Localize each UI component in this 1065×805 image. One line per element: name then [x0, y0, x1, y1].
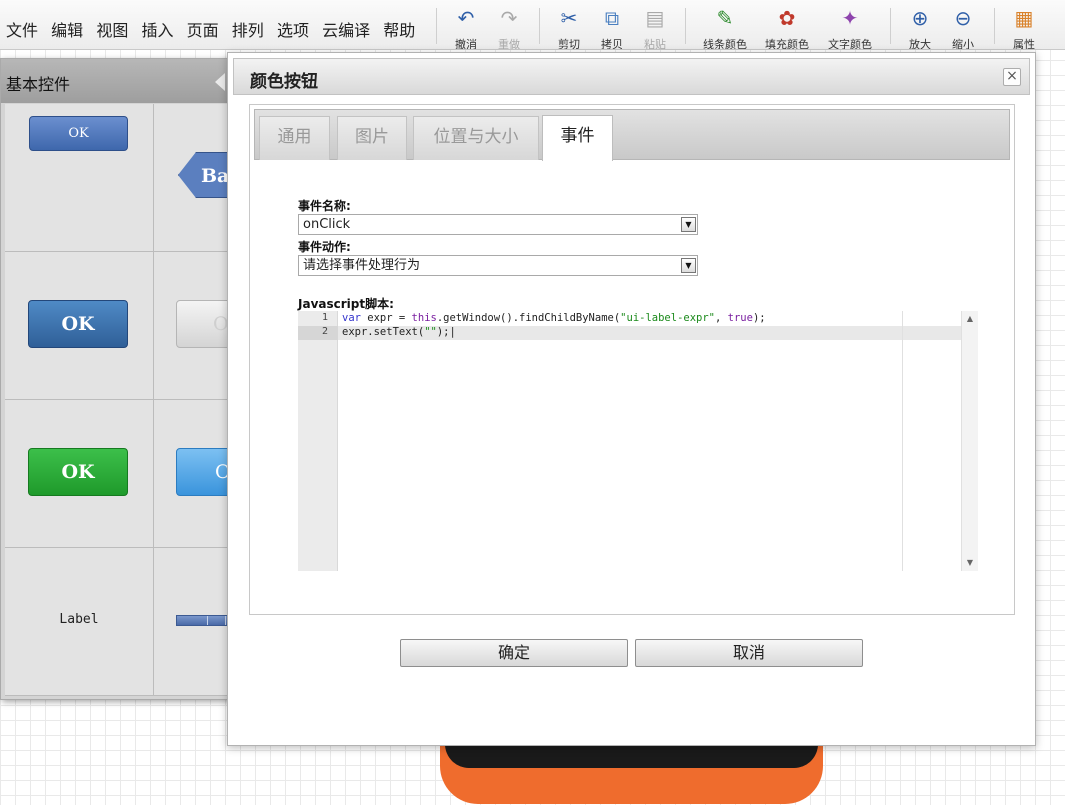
event-name-label: 事件名称: — [298, 199, 351, 213]
close-icon[interactable]: × — [1003, 68, 1021, 86]
zoom-out-icon: ⊖ — [954, 6, 972, 30]
menu-file[interactable]: 文件 — [6, 17, 38, 41]
canvas-shape-dark[interactable] — [445, 744, 818, 768]
color-button-dialog: 颜色按钮 × 通用 图片 位置与大小 事件 事件名称: onClick ▼ 事件… — [227, 52, 1036, 746]
scroll-up-icon[interactable]: ▲ — [962, 312, 978, 326]
event-action-value: 请选择事件处理行为 — [303, 258, 421, 273]
widget-ok-small-button[interactable]: OK — [29, 116, 128, 151]
menu-insert[interactable]: 插入 — [141, 17, 173, 41]
menu-cloud-compile[interactable]: 云编译 — [322, 17, 370, 41]
code-line[interactable]: expr.setText("");| — [342, 325, 456, 339]
code-line[interactable]: var expr = this.getWindow().findChildByN… — [342, 311, 766, 325]
palette-cell[interactable]: OK — [5, 252, 154, 400]
main-menu: 文件 编辑 视图 插入 页面 排列 选项 云编译 帮助 — [6, 17, 424, 41]
chevron-down-icon[interactable]: ▼ — [681, 217, 696, 232]
widget-label[interactable]: Label — [5, 612, 153, 627]
cancel-button[interactable]: 取消 — [635, 639, 863, 667]
menu-page[interactable]: 页面 — [187, 17, 219, 41]
event-name-value: onClick — [303, 217, 351, 232]
properties-button[interactable]: ▦ 属性 — [994, 6, 1054, 49]
line-number-gutter: 1 2 — [298, 311, 338, 571]
palette-cell[interactable]: OK — [5, 104, 154, 252]
fill-color-button[interactable]: ✿ 填充颜色 — [757, 6, 817, 49]
editor-scrollbar[interactable]: ▲ ▼ — [961, 311, 978, 571]
widget-palette: 基本控件 OK Ba OK O OK O Label — [0, 58, 258, 700]
palette-cell[interactable]: OK — [5, 400, 154, 548]
redo-button[interactable]: ↷ 重做 — [479, 6, 539, 49]
redo-icon: ↷ — [500, 6, 518, 30]
zoom-out-button[interactable]: ⊖ 缩小 — [933, 6, 993, 49]
chevron-down-icon[interactable]: ▼ — [681, 258, 696, 273]
dialog-title: 颜色按钮 — [250, 72, 318, 92]
progress-divider — [225, 616, 226, 625]
print-margin — [902, 311, 903, 571]
menu-edit[interactable]: 编辑 — [51, 17, 83, 41]
palette-cell[interactable]: Label — [5, 548, 154, 696]
scroll-down-icon[interactable]: ▼ — [962, 556, 978, 570]
script-label: Javascript脚本: — [298, 297, 394, 311]
line-number: 1 — [321, 312, 328, 323]
text-color-button[interactable]: ✦ 文字颜色 — [820, 6, 880, 49]
palette-header[interactable]: 基本控件 — [1, 59, 239, 103]
tab-panel: 通用 图片 位置与大小 事件 事件名称: onClick ▼ 事件动作: 请选择… — [249, 104, 1015, 615]
ok-button[interactable]: 确定 — [400, 639, 628, 667]
toolbar-separator — [685, 8, 686, 44]
palette-title: 基本控件 — [6, 75, 71, 94]
text-color-icon: ✦ — [841, 6, 859, 30]
line-color-button[interactable]: ✎ 线条颜色 — [695, 6, 755, 49]
menu-view[interactable]: 视图 — [96, 17, 128, 41]
pencil-icon: ✎ — [716, 6, 734, 30]
tab-image[interactable]: 图片 — [337, 116, 407, 160]
properties-icon: ▦ — [1014, 6, 1034, 30]
collapse-arrow-icon[interactable] — [215, 73, 225, 91]
line-number: 2 — [321, 326, 328, 337]
widget-ok-blue-button[interactable]: OK — [28, 300, 128, 348]
event-name-select[interactable]: onClick ▼ — [298, 214, 698, 235]
tab-events[interactable]: 事件 — [542, 115, 613, 161]
event-action-label: 事件动作: — [298, 240, 351, 254]
dialog-title-bar[interactable]: 颜色按钮 × — [233, 58, 1030, 95]
menu-help[interactable]: 帮助 — [383, 17, 415, 41]
menu-options[interactable]: 选项 — [277, 17, 309, 41]
paint-bucket-icon: ✿ — [778, 6, 796, 30]
script-editor[interactable]: 1 2 var expr = this.getWindow().findChil… — [298, 311, 978, 571]
tab-position-size[interactable]: 位置与大小 — [413, 116, 539, 160]
progress-divider — [207, 616, 208, 625]
paste-icon: ▤ — [645, 6, 665, 30]
paste-button[interactable]: ▤ 粘贴 — [625, 6, 685, 49]
tab-bar: 通用 图片 位置与大小 事件 — [254, 109, 1010, 161]
widget-ok-green-button[interactable]: OK — [28, 448, 128, 496]
menu-arrange[interactable]: 排列 — [232, 17, 264, 41]
tab-general[interactable]: 通用 — [259, 116, 330, 160]
menubar: 文件 编辑 视图 插入 页面 排列 选项 云编译 帮助 ↶ 撤消 ↷ 重做 ✂ … — [0, 0, 1065, 50]
event-action-select[interactable]: 请选择事件处理行为 ▼ — [298, 255, 698, 276]
